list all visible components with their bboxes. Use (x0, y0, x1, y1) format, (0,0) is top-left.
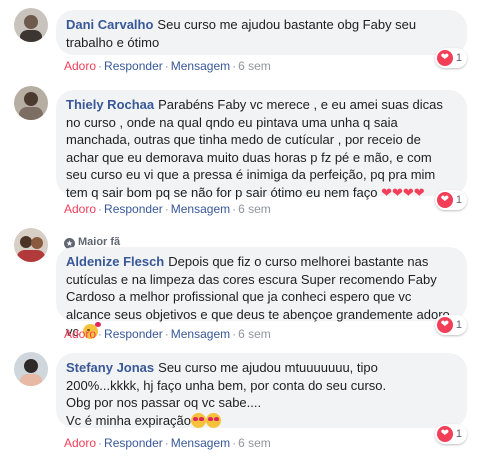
like-button[interactable]: Adoro (64, 436, 96, 450)
message-button[interactable]: Mensagem (171, 202, 230, 216)
timestamp[interactable]: 6 sem (238, 202, 271, 216)
message-button[interactable]: Mensagem (171, 436, 230, 450)
heart-icon: ❤ (436, 192, 453, 208)
reaction-count[interactable]: ❤ 1 (434, 48, 467, 68)
heart-eyes-emoji (191, 412, 207, 428)
timestamp[interactable]: 6 sem (238, 436, 271, 450)
comment-actions: Adoro · Responder · Mensagem · 6 sem (64, 436, 271, 450)
timestamp[interactable]: 6 sem (238, 327, 271, 341)
like-button[interactable]: Adoro (64, 327, 96, 341)
heart-icon: ❤ (436, 317, 453, 333)
avatar[interactable] (14, 228, 48, 262)
hearts-emoji: ❤❤❤❤ (381, 184, 425, 200)
comment-bubble: Dani Carvalho Seu curso me ajudou bastant… (56, 10, 467, 55)
comment-bubble: Thiely Rochaa Parabéns Faby vc merece , e… (56, 90, 467, 200)
comment-bubble: Stefany Jonas Seu curso me ajudou mtuuuuu… (56, 353, 467, 428)
comment-text-line: Obg por nos passar oq vc sabe.... (66, 395, 262, 410)
avatar[interactable] (14, 86, 48, 120)
comment-bubble: Aldenize Flesch Depois que fiz o curso me… (56, 247, 467, 339)
avatar[interactable] (14, 352, 48, 386)
comment-actions: Adoro · Responder · Mensagem · 6 sem (64, 327, 271, 341)
message-button[interactable]: Mensagem (171, 59, 230, 73)
comment-author[interactable]: Dani Carvalho (66, 17, 153, 32)
reply-button[interactable]: Responder (104, 59, 163, 73)
heart-icon: ❤ (436, 426, 453, 442)
reply-button[interactable]: Responder (104, 327, 163, 341)
reaction-count[interactable]: ❤ 1 (434, 424, 467, 444)
reaction-count[interactable]: ❤ 1 (434, 315, 467, 335)
comment-author[interactable]: Aldenize Flesch (66, 254, 164, 269)
reply-button[interactable]: Responder (104, 436, 163, 450)
heart-icon: ❤ (436, 50, 453, 66)
comment-author[interactable]: Stefany Jonas (66, 360, 154, 375)
like-button[interactable]: Adoro (64, 59, 96, 73)
reaction-count[interactable]: ❤ 1 (434, 190, 467, 210)
message-button[interactable]: Mensagem (171, 327, 230, 341)
comment-text-line: Vc é minha expiração (66, 412, 192, 428)
heart-eyes-emoji (206, 412, 222, 428)
comment-actions: Adoro · Responder · Mensagem · 6 sem (64, 59, 271, 73)
reply-button[interactable]: Responder (104, 202, 163, 216)
comment-author[interactable]: Thiely Rochaa (66, 97, 154, 112)
avatar[interactable] (14, 8, 48, 42)
like-button[interactable]: Adoro (64, 202, 96, 216)
comment-actions: Adoro · Responder · Mensagem · 6 sem (64, 202, 271, 216)
timestamp[interactable]: 6 sem (238, 59, 271, 73)
